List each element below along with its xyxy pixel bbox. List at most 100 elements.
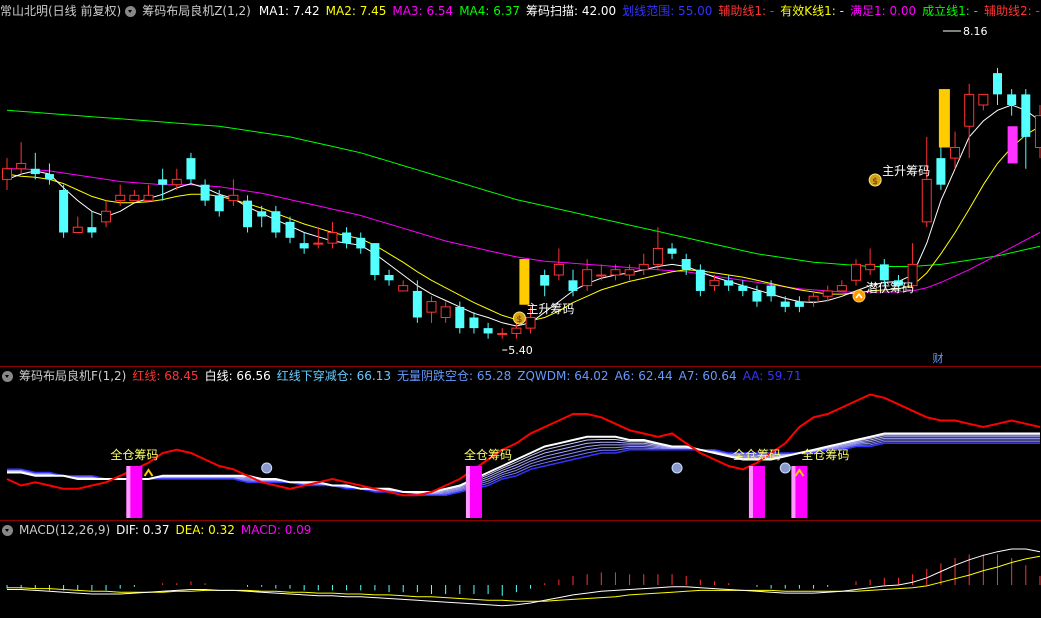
up-arrow-glyph-icon	[855, 292, 863, 299]
header-value: 划线范围: 55.00	[622, 4, 713, 18]
dif-line	[7, 548, 1041, 607]
candle	[553, 248, 564, 281]
candle-body	[398, 285, 409, 292]
candle-body	[426, 301, 437, 313]
candle	[766, 280, 776, 302]
candle-body	[780, 301, 790, 307]
indicator-menu-icon[interactable]	[2, 371, 13, 382]
candle-body	[525, 317, 536, 329]
band-line	[7, 442, 1040, 496]
candle-body	[695, 269, 705, 291]
header-value: A7: 60.64	[678, 369, 737, 383]
stock-title: 常山北明(日线 前复权)	[0, 4, 122, 18]
candle	[313, 227, 324, 249]
candle-body	[865, 263, 876, 271]
candle-body	[2, 168, 12, 180]
chevron-up-icon	[143, 468, 154, 477]
candle-body	[709, 279, 720, 287]
candle-body	[681, 259, 691, 270]
candle	[993, 67, 1002, 105]
main-rise-label: 主升筹码	[882, 164, 930, 178]
candle	[525, 306, 536, 334]
candle	[483, 322, 493, 339]
candle-body	[101, 210, 112, 223]
main-header-values: MA1: 7.42 MA2: 7.45 MA3: 6.54 MA4: 6.37 筹码扫描…	[259, 4, 1041, 18]
aa-line	[7, 442, 1040, 497]
pillar-highlight	[748, 466, 753, 518]
candle-body	[342, 232, 352, 244]
header-value: 成立线1: -	[922, 4, 978, 18]
candle-body	[299, 243, 309, 249]
candle-body	[129, 194, 140, 202]
candle	[540, 269, 550, 297]
candle	[299, 232, 309, 254]
header-value: DEA: 0.32	[175, 523, 235, 537]
header-value: 满足1: 0.00	[849, 4, 917, 18]
candle	[624, 264, 635, 281]
header-value: 筹码扫描: 42.00	[525, 4, 617, 18]
candle	[158, 168, 168, 201]
bell-icon	[261, 462, 273, 474]
candle	[285, 216, 295, 244]
candle-body	[1007, 94, 1017, 105]
candle-body	[171, 178, 182, 186]
candle-body	[87, 227, 97, 233]
candle	[384, 269, 394, 286]
candle-body	[158, 179, 168, 185]
candle-body	[950, 147, 961, 159]
candle	[950, 131, 961, 169]
candle-body	[652, 247, 663, 265]
candle-body	[794, 301, 804, 307]
indicator-menu-icon[interactable]	[125, 6, 137, 17]
high-price-label: 8.16	[963, 25, 988, 38]
candle-body	[370, 243, 380, 275]
candle	[30, 152, 40, 180]
full-position-label: 全仓筹码	[733, 447, 781, 462]
candle	[681, 253, 691, 275]
ma4-line	[6, 109, 1041, 267]
candle	[921, 136, 932, 228]
candle-body	[667, 248, 677, 254]
candle-body	[44, 174, 54, 180]
dea-line	[7, 555, 1041, 602]
band-line	[7, 434, 1040, 493]
candle-body	[879, 264, 889, 281]
candle	[568, 269, 578, 297]
header-value: MA3: 6.54	[392, 4, 454, 18]
candle	[907, 243, 918, 291]
header-value: MACD: 0.09	[240, 523, 312, 537]
signal-bar-gold	[938, 89, 950, 148]
full-position-pillar	[126, 466, 143, 518]
candle-body	[907, 263, 918, 287]
candle	[752, 285, 762, 307]
candle	[44, 163, 54, 185]
candle	[638, 253, 649, 275]
candle	[582, 259, 593, 291]
header-value: A6: 62.44	[614, 369, 673, 383]
candle-body	[936, 158, 946, 185]
candle-body	[582, 269, 593, 287]
candle-body	[59, 190, 69, 233]
candle-body	[384, 275, 394, 281]
ma1-line	[6, 104, 1041, 327]
macd-header-values: DIF: 0.37 DEA: 0.32 MACD: 0.09	[116, 523, 317, 537]
candle-body	[440, 306, 451, 318]
indicator-menu-icon[interactable]	[2, 525, 13, 536]
candle	[978, 93, 989, 111]
mid-header: 筹码布局良机F(1,2) 红线: 68.45 白线: 66.56 红线下穿减仓: 66…	[0, 367, 1041, 385]
candle-body	[327, 232, 338, 244]
red-line	[6, 393, 1041, 497]
up-arrow-icon	[852, 289, 866, 303]
coin-glyph-icon: $	[517, 315, 523, 325]
ma3-line	[7, 168, 1041, 293]
main-rise-label: 主升筹码	[526, 302, 574, 316]
candle-body	[271, 211, 281, 233]
macd-indicator-name: MACD(12,26,9)	[19, 523, 111, 537]
candle	[243, 195, 253, 233]
candle	[808, 290, 819, 307]
header-value: MA1: 7.42	[258, 4, 320, 18]
candle-body	[200, 184, 210, 201]
header-value: MA2: 7.45	[325, 4, 387, 18]
candle-body	[228, 194, 239, 202]
header-value: ZQWDM: 64.02	[517, 369, 609, 383]
